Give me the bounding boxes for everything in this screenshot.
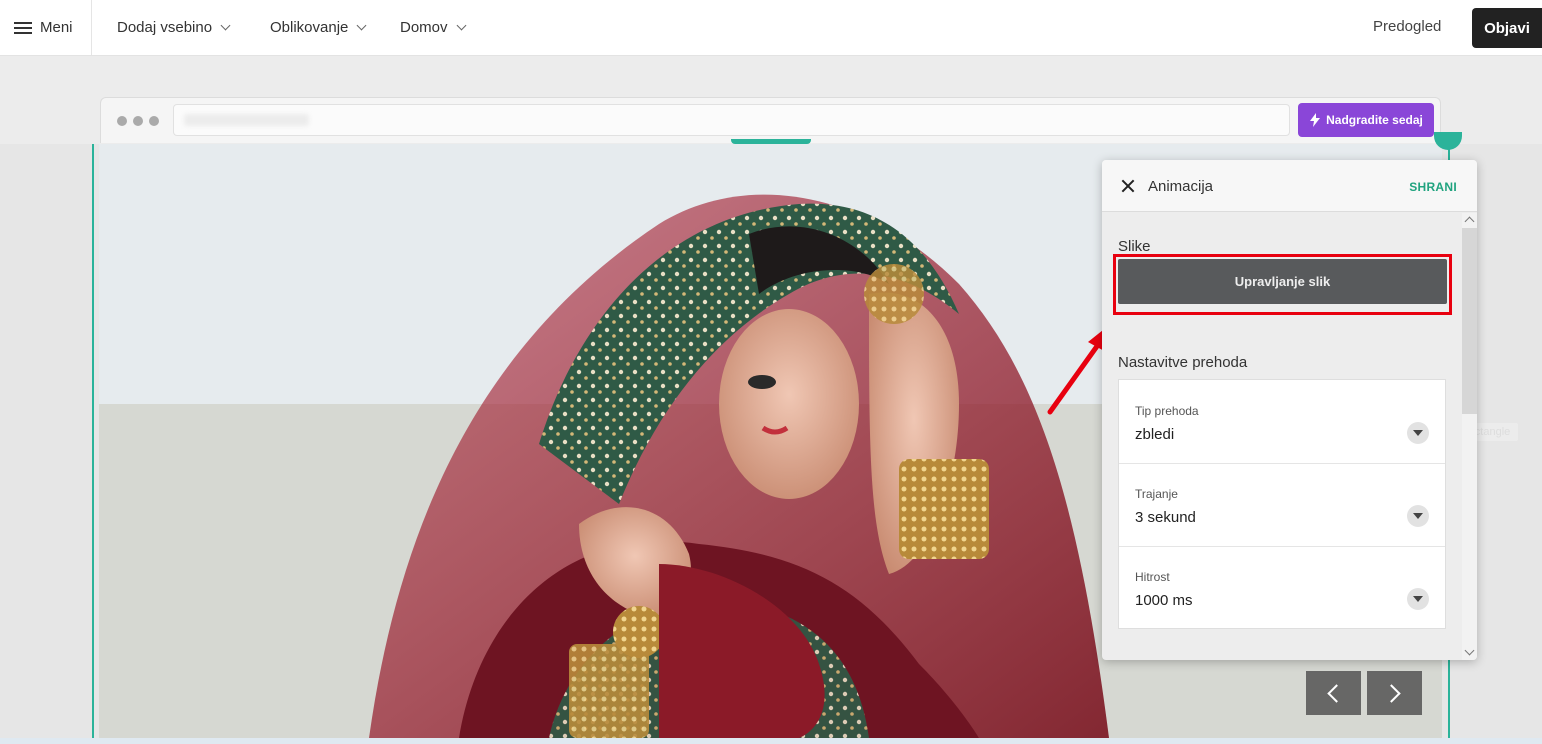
upgrade-now-button[interactable]: Nadgradite sedaj	[1298, 103, 1434, 137]
speed-select[interactable]: Hitrost 1000 ms	[1119, 546, 1445, 629]
address-bar	[173, 104, 1290, 136]
chevron-left-icon	[1327, 683, 1346, 703]
blurred-url	[184, 114, 309, 126]
chevron-right-icon	[1382, 683, 1401, 703]
hamburger-icon	[14, 21, 32, 35]
manage-images-button[interactable]: Upravljanje slik	[1118, 259, 1447, 304]
menu-button[interactable]: Meni	[0, 0, 92, 55]
close-icon[interactable]	[1120, 178, 1136, 194]
nav-design[interactable]: Oblikovanje	[270, 0, 367, 55]
preview-button[interactable]: Predogled	[1373, 18, 1441, 35]
menu-label: Meni	[40, 19, 73, 36]
publish-button[interactable]: Objavi	[1472, 8, 1542, 48]
section-handle[interactable]	[731, 139, 811, 144]
panel-scrollbar-thumb[interactable]	[1462, 228, 1477, 414]
chevron-down-icon	[456, 20, 466, 31]
nav-add-content-label: Dodaj vsebino	[117, 19, 213, 36]
window-dots-icon	[117, 116, 159, 126]
animation-panel: Animacija SHRANI Slike Upravljanje slik …	[1102, 160, 1477, 660]
field-value: zbledi	[1135, 426, 1175, 443]
dropdown-arrow-icon[interactable]	[1407, 422, 1429, 444]
nav-home-label: Domov	[400, 19, 448, 36]
highlight-box: Upravljanje slik	[1113, 254, 1452, 315]
slideshow-prev-button[interactable]	[1306, 671, 1361, 715]
transition-settings-label: Nastavitve prehoda	[1118, 354, 1248, 371]
field-value: 3 sekund	[1135, 509, 1196, 526]
upgrade-now-label: Nadgradite sedaj	[1326, 113, 1423, 127]
nav-home[interactable]: Domov	[400, 0, 466, 55]
field-label: Tip prehoda	[1135, 404, 1199, 418]
transition-type-select[interactable]: Tip prehoda zbledi	[1119, 380, 1445, 464]
dropdown-arrow-icon[interactable]	[1407, 505, 1429, 527]
browser-frame-bar: Nadgradite sedaj	[100, 97, 1441, 143]
chevron-down-icon	[356, 20, 367, 31]
duration-select[interactable]: Trajanje 3 sekund	[1119, 463, 1445, 547]
slideshow-next-button[interactable]	[1367, 671, 1422, 715]
field-label: Hitrost	[1135, 570, 1170, 584]
transition-settings-list: Tip prehoda zbledi Trajanje 3 sekund Hit…	[1118, 379, 1446, 629]
field-label: Trajanje	[1135, 487, 1178, 501]
nav-design-label: Oblikovanje	[270, 19, 349, 36]
save-button[interactable]: SHRANI	[1409, 180, 1457, 194]
dropdown-arrow-icon[interactable]	[1407, 588, 1429, 610]
images-section-label: Slike	[1118, 238, 1151, 255]
top-bar: Meni Dodaj vsebino Oblikovanje Domov Pre…	[0, 0, 1542, 56]
panel-title: Animacija	[1148, 178, 1214, 195]
panel-header: Animacija SHRANI	[1102, 160, 1477, 212]
chevron-down-icon	[220, 20, 231, 31]
field-value: 1000 ms	[1135, 592, 1193, 609]
next-section-strip	[0, 738, 1542, 744]
nav-add-content[interactable]: Dodaj vsebino	[117, 0, 231, 55]
lightning-icon	[1310, 113, 1321, 127]
